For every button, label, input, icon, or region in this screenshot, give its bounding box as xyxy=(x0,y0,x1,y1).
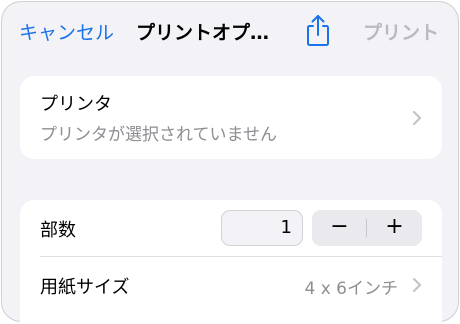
copies-row: 部数 1 − + xyxy=(20,200,442,256)
page-title: プリントオプ… xyxy=(136,22,270,44)
paper-size-value: 4 x 6インチ xyxy=(304,279,399,299)
printer-selector[interactable]: プリンタ プリンタが選択されていません xyxy=(20,76,442,159)
chevron-right-icon xyxy=(412,110,422,126)
copies-field[interactable]: 1 xyxy=(221,210,303,246)
print-options-card: 部数 1 − + 用紙サイズ 4 x 6インチ xyxy=(20,200,442,322)
share-icon xyxy=(307,15,329,46)
printer-status: プリンタが選択されていません xyxy=(40,125,277,145)
increment-button[interactable]: + xyxy=(367,210,422,246)
chevron-right-icon xyxy=(412,277,422,293)
share-button[interactable] xyxy=(304,13,332,47)
print-button[interactable]: プリント xyxy=(363,18,439,45)
print-options-sheet: キャンセル プリントオプ… プリント プリンタ プリンタが選択されていません 部… xyxy=(1,1,459,322)
decrement-button[interactable]: − xyxy=(312,210,367,246)
printer-label: プリンタ xyxy=(40,94,112,115)
navigation-bar: キャンセル プリントオプ… プリント xyxy=(1,1,459,61)
copies-label: 部数 xyxy=(40,220,76,241)
paper-size-label: 用紙サイズ xyxy=(40,277,130,298)
paper-size-row[interactable]: 用紙サイズ 4 x 6インチ xyxy=(20,257,442,313)
cancel-button[interactable]: キャンセル xyxy=(19,18,114,45)
copies-stepper: − + xyxy=(312,210,422,246)
